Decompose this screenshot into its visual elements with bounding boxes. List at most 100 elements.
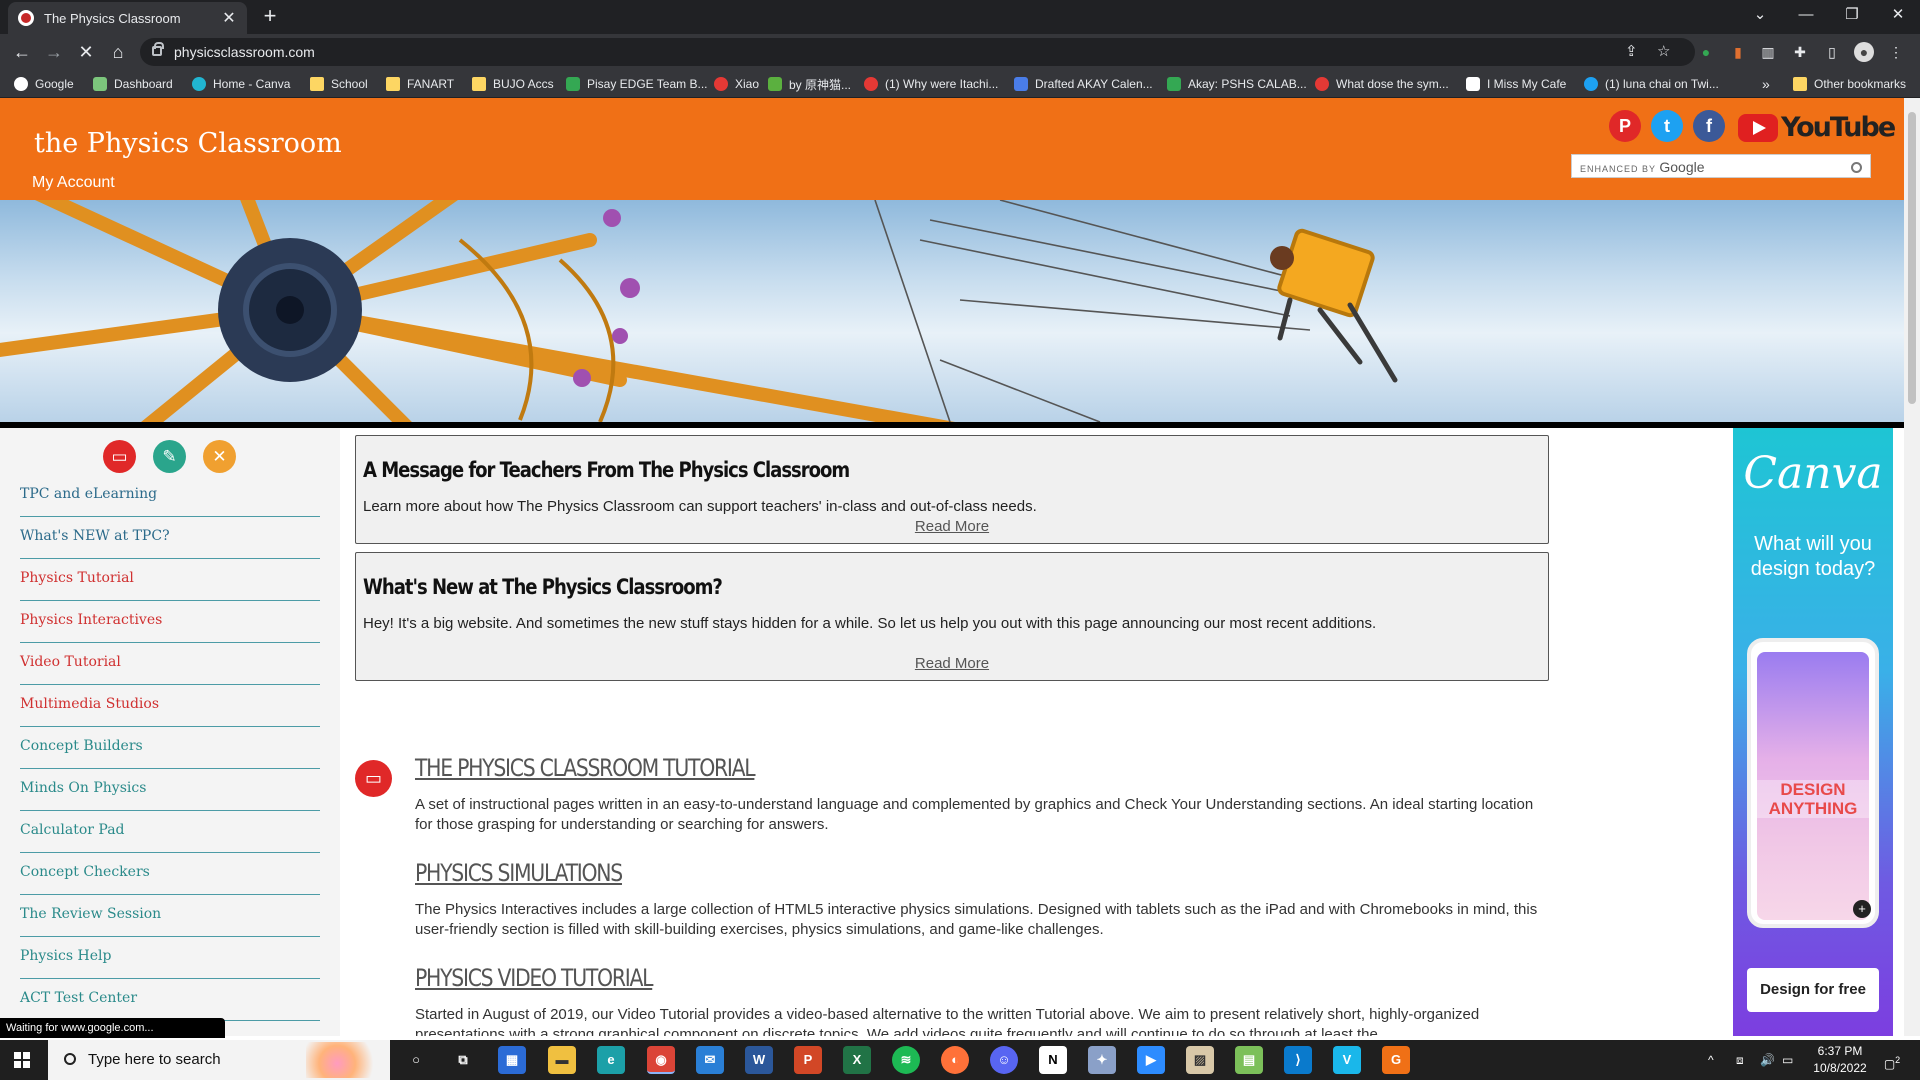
search-icon[interactable] bbox=[1851, 162, 1862, 173]
bookmark-folder[interactable]: School bbox=[310, 75, 368, 93]
vscode-icon[interactable]: ⟩ bbox=[1284, 1046, 1312, 1074]
firefox-icon[interactable]: ◐ bbox=[941, 1046, 969, 1074]
extensions-puzzle-icon[interactable]: ✚ bbox=[1790, 42, 1810, 62]
sidebar-link-review-session[interactable]: The Review Session bbox=[20, 895, 320, 937]
sidebar-link-physics-interactives[interactable]: Physics Interactives bbox=[20, 601, 320, 643]
sidebar-link-concept-checkers[interactable]: Concept Checkers bbox=[20, 853, 320, 895]
sidebar-link-whats-new[interactable]: What's NEW at TPC? bbox=[20, 517, 320, 559]
bookmark-item[interactable]: What dose the sym... bbox=[1315, 75, 1449, 93]
side-panel-icon[interactable]: ▯ bbox=[1822, 42, 1842, 62]
worksheet-icon[interactable]: ✎ bbox=[153, 440, 186, 473]
bookmark-folder[interactable]: BUJO Accs bbox=[472, 75, 554, 93]
taskbar-search-input[interactable]: Type here to search bbox=[48, 1040, 390, 1080]
taskbar-clock[interactable]: 6:37 PM 10/8/2022 bbox=[1805, 1043, 1875, 1077]
new-tab-button[interactable]: + bbox=[258, 4, 282, 28]
bookmark-star-icon[interactable]: ☆ bbox=[1657, 38, 1670, 66]
excel-icon[interactable]: X bbox=[843, 1046, 871, 1074]
browser-tab[interactable]: The Physics Classroom ✕ bbox=[8, 2, 247, 34]
whats-new-read-more-link[interactable]: Read More bbox=[356, 655, 1548, 672]
cortana-icon[interactable]: ○ bbox=[402, 1046, 430, 1074]
powerpoint-icon[interactable]: P bbox=[794, 1046, 822, 1074]
tab-search-icon[interactable]: ⌄ bbox=[1737, 0, 1783, 30]
bookmark-folder[interactable]: FANART bbox=[386, 75, 454, 93]
address-bar[interactable]: physicsclassroom.com ⇪ ☆ bbox=[140, 38, 1695, 66]
sidebar-link-concept-builders[interactable]: Concept Builders bbox=[20, 727, 320, 769]
network-icon[interactable]: ▭ bbox=[1782, 1040, 1793, 1080]
twitter-icon[interactable]: t bbox=[1651, 110, 1683, 142]
file-explorer-icon[interactable]: ▬ bbox=[548, 1046, 576, 1074]
sidebar-link-calculator-pad[interactable]: Calculator Pad bbox=[20, 811, 320, 853]
discord-icon[interactable]: ☺ bbox=[990, 1046, 1018, 1074]
sidebar-link-multimedia-studios[interactable]: Multimedia Studios bbox=[20, 685, 320, 727]
more-bookmarks-button[interactable]: » bbox=[1762, 75, 1770, 93]
bookmark-item[interactable]: (1) Why were Itachi... bbox=[864, 75, 998, 93]
spotify-icon[interactable]: ≋ bbox=[892, 1046, 920, 1074]
facebook-icon[interactable]: f bbox=[1693, 110, 1725, 142]
grammarly-extension-icon[interactable]: ● bbox=[1696, 42, 1716, 62]
paint-icon[interactable]: ▨ bbox=[1186, 1046, 1214, 1074]
other-bookmarks-folder[interactable]: Other bookmarks bbox=[1793, 75, 1906, 93]
chrome-icon[interactable]: ◉ bbox=[647, 1046, 675, 1074]
task-view-icon[interactable]: ⧉ bbox=[449, 1046, 477, 1074]
sidebar-link-physics-help[interactable]: Physics Help bbox=[20, 937, 320, 979]
sidebar-link-video-tutorial[interactable]: Video Tutorial bbox=[20, 643, 320, 685]
my-account-link[interactable]: My Account bbox=[32, 174, 115, 192]
sidebar-link-physics-tutorial[interactable]: Physics Tutorial bbox=[20, 559, 320, 601]
extension-icon[interactable]: ▮ bbox=[1728, 42, 1748, 62]
simulations-section-title[interactable]: PHYSICS SIMULATIONS bbox=[415, 859, 623, 887]
restore-button[interactable]: ❐ bbox=[1829, 0, 1875, 30]
store-icon[interactable]: ▦ bbox=[498, 1046, 526, 1074]
menu-kebab-icon[interactable]: ⋮ bbox=[1886, 42, 1906, 62]
tab-close-icon[interactable]: ✕ bbox=[221, 8, 237, 28]
bookmark-item[interactable]: Dashboard bbox=[93, 75, 173, 93]
notepad-icon[interactable]: ▤ bbox=[1235, 1046, 1263, 1074]
bookmark-item[interactable]: Xiao bbox=[714, 75, 759, 93]
notion-icon[interactable]: N bbox=[1039, 1046, 1067, 1074]
vimeo-icon[interactable]: V bbox=[1333, 1046, 1361, 1074]
tutorial-section-title[interactable]: THE PHYSICS CLASSROOM TUTORIAL bbox=[415, 754, 756, 782]
windows-start-icon[interactable] bbox=[14, 1052, 30, 1068]
word-icon[interactable]: W bbox=[745, 1046, 773, 1074]
site-logo-title[interactable]: the Physics Classroom bbox=[34, 128, 342, 159]
zoom-icon[interactable]: ▶ bbox=[1137, 1046, 1165, 1074]
forward-arrow-icon[interactable]: → bbox=[42, 40, 66, 64]
bookmark-item[interactable]: Home - Canva bbox=[192, 75, 290, 93]
bookmark-item[interactable]: by 原神猫... bbox=[768, 75, 851, 93]
profile-avatar[interactable]: ● bbox=[1854, 42, 1874, 62]
app2-icon[interactable]: G bbox=[1382, 1046, 1410, 1074]
video-tutorial-section-title[interactable]: PHYSICS VIDEO TUTORIAL bbox=[415, 964, 654, 992]
close-window-button[interactable]: ✕ bbox=[1875, 0, 1920, 30]
sidebar-link-act-test-center[interactable]: ACT Test Center bbox=[20, 979, 320, 1021]
stop-loading-icon[interactable]: ✕ bbox=[74, 40, 98, 64]
tools-icon[interactable]: ✕ bbox=[203, 440, 236, 473]
pinterest-icon[interactable]: P bbox=[1609, 110, 1641, 142]
sidebar-link-minds-on-physics[interactable]: Minds On Physics bbox=[20, 769, 320, 811]
notifications-icon[interactable]: ▢2 bbox=[1880, 1040, 1904, 1080]
canva-advertisement[interactable]: Canva What will you design today? DESIGN… bbox=[1733, 428, 1893, 1036]
bookmark-item[interactable]: (1) luna chai on Twi... bbox=[1584, 75, 1719, 93]
edge-icon[interactable]: e bbox=[597, 1046, 625, 1074]
design-for-free-button[interactable]: Design for free bbox=[1747, 968, 1879, 1012]
volume-icon[interactable]: 🔊 bbox=[1760, 1040, 1775, 1080]
tray-app-icon[interactable]: ⧈ bbox=[1736, 1040, 1744, 1080]
bookmark-item[interactable]: I Miss My Cafe bbox=[1466, 75, 1566, 93]
reading-list-icon[interactable]: ▥ bbox=[1758, 42, 1778, 62]
bookmark-item[interactable]: Drafted AKAY Calen... bbox=[1014, 75, 1153, 93]
back-arrow-icon[interactable]: ← bbox=[10, 40, 34, 64]
mail-icon[interactable]: ✉ bbox=[696, 1046, 724, 1074]
app-icon[interactable]: ✦ bbox=[1088, 1046, 1116, 1074]
home-icon[interactable]: ⌂ bbox=[106, 40, 130, 64]
bookmark-item[interactable]: Akay: PSHS CALAB... bbox=[1167, 75, 1307, 93]
tray-overflow-icon[interactable]: ^ bbox=[1708, 1040, 1714, 1080]
share-icon[interactable]: ⇪ bbox=[1625, 38, 1638, 66]
youtube-link[interactable]: YouTube bbox=[1738, 112, 1896, 143]
tutorial-icon[interactable]: ▭ bbox=[103, 440, 136, 473]
bookmark-item[interactable]: Google bbox=[14, 75, 74, 93]
page-scrollbar[interactable] bbox=[1904, 98, 1920, 1036]
sidebar-link-tpc-elearning[interactable]: TPC and eLearning bbox=[20, 475, 320, 517]
scrollbar-thumb[interactable] bbox=[1908, 112, 1916, 404]
minimize-button[interactable]: — bbox=[1783, 0, 1829, 30]
teachers-read-more-link[interactable]: Read More bbox=[356, 518, 1548, 535]
bookmark-item[interactable]: Pisay EDGE Team B... bbox=[566, 75, 708, 93]
google-search-input[interactable]: ENHANCED BY Google bbox=[1571, 154, 1871, 178]
